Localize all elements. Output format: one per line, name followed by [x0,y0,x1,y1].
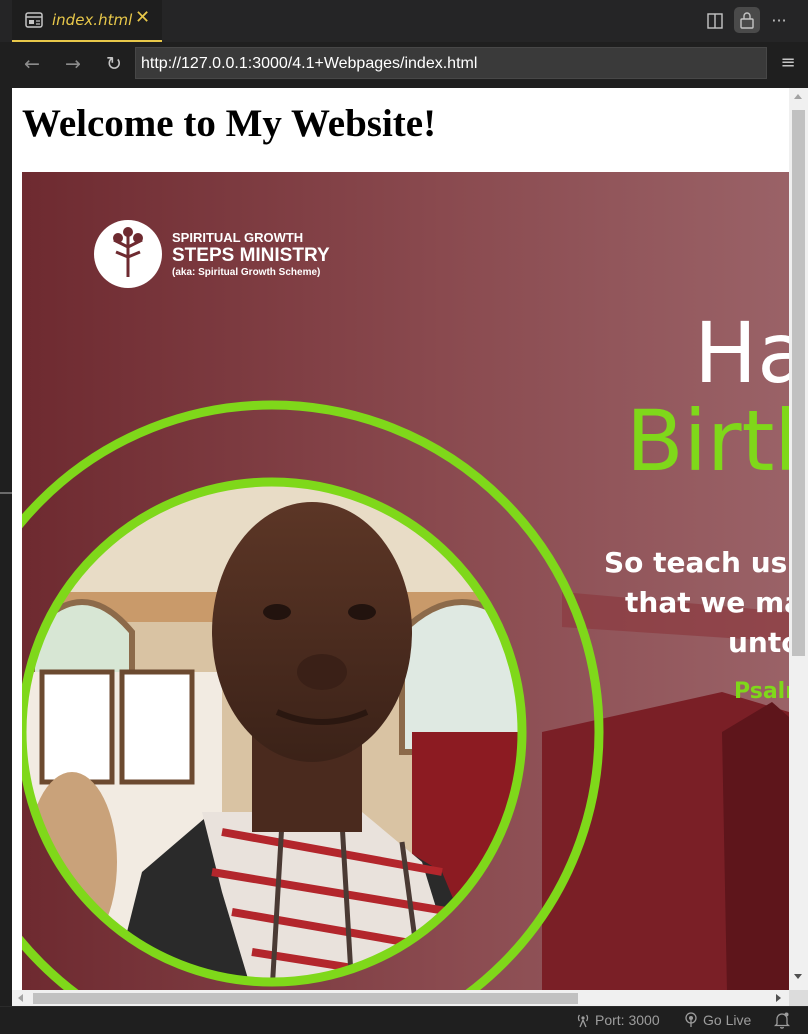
url-text: http://127.0.0.1:3000/4.1+Webpages/index… [141,55,478,72]
lock-icon[interactable] [734,7,760,33]
vertical-scroll-thumb[interactable] [792,110,805,656]
banner-graphic: SPIRITUAL GROWTH STEPS MINISTRY (aka: Sp… [22,172,789,992]
tab-index-html[interactable]: index.html ✕ [12,0,162,42]
broadcast-icon [577,1014,589,1028]
back-icon[interactable]: ← [21,53,43,75]
close-icon[interactable]: ✕ [135,9,151,27]
port-status[interactable]: Port: 3000 [575,1012,660,1028]
tab-bar: index.html ✕ ··· [0,0,808,42]
go-live-icon [685,1012,697,1027]
scroll-right-arrow-icon[interactable] [776,994,781,1002]
go-live-button[interactable]: Go Live [683,1012,751,1028]
browser-preview-icon [25,12,43,28]
verse-line3: unto [728,626,789,659]
page-heading: Welcome to My Website! [22,102,437,145]
horizontal-scrollbar[interactable] [12,990,789,1006]
scroll-left-arrow-icon[interactable] [18,994,23,1002]
birthday-banner-image: SPIRITUAL GROWTH STEPS MINISTRY (aka: Sp… [22,172,789,992]
left-gutter [0,88,12,1006]
notifications-icon[interactable] [773,1011,791,1032]
birthday-text: Birth [626,392,789,490]
reload-icon[interactable]: ↻ [103,53,125,75]
scroll-down-arrow-icon[interactable] [794,974,802,979]
ministry-line1: SPIRITUAL GROWTH [172,230,303,245]
tab-label: index.html [52,11,133,29]
forward-icon[interactable]: → [62,53,84,75]
split-editor-icon[interactable] [704,10,726,32]
verse-reference: Psalm [734,679,789,704]
scrollbar-corner [789,990,808,1006]
url-input[interactable]: http://127.0.0.1:3000/4.1+Webpages/index… [135,47,767,79]
verse-line1: So teach us to [604,546,789,579]
go-live-label: Go Live [703,1012,752,1028]
verse-line2: that we may [625,586,789,619]
more-actions-icon[interactable]: ··· [768,10,790,32]
gutter-marker [0,492,12,494]
scroll-up-arrow-icon[interactable] [794,94,802,99]
port-label: Port: 3000 [595,1012,660,1028]
browser-viewport: Welcome to My Website! SPIRITUAL GROWTH … [12,88,808,1006]
menu-icon[interactable]: ≡ [778,53,798,73]
horizontal-scroll-thumb[interactable] [33,993,578,1004]
vertical-scrollbar[interactable] [789,88,808,990]
happy-text: Ha [694,304,789,402]
status-bar: Port: 3000 Go Live [0,1006,808,1034]
navigation-bar: ← → ↻ http://127.0.0.1:3000/4.1+Webpages… [0,42,808,88]
ministry-line3: (aka: Spiritual Growth Scheme) [172,267,320,278]
ministry-line2: STEPS MINISTRY [172,245,330,266]
